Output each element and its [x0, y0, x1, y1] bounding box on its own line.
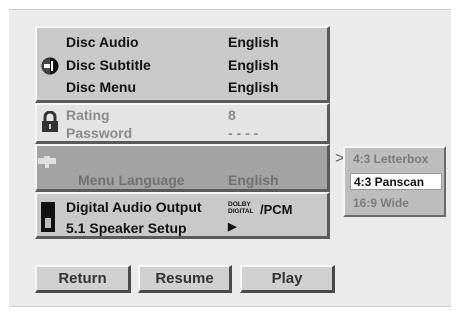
disc-audio-value[interactable]: English [228, 34, 279, 50]
lock-panel: Rating 8 Password - - - - [35, 103, 330, 144]
language-panel: Disc Audio English Disc Subtitle English… [35, 26, 330, 103]
dolby-line-1: DOLBY [228, 201, 251, 208]
tv-display-icon [38, 156, 56, 175]
display-panel: Menu Language English [35, 144, 330, 192]
aspect-ratio-popup: 4:3 Letterbox 4:3 Panscan 16:9 Wide [343, 146, 446, 217]
digital-audio-output-label[interactable]: Digital Audio Output [66, 199, 202, 215]
menu-language-label[interactable]: Menu Language [78, 172, 185, 188]
rating-value[interactable]: 8 [228, 107, 236, 123]
padlock-icon [41, 110, 59, 138]
option-wide[interactable]: 16:9 Wide [350, 195, 442, 212]
rating-label[interactable]: Rating [66, 107, 110, 123]
option-panscan[interactable]: 4:3 Panscan [350, 173, 442, 190]
return-button[interactable]: Return [35, 265, 131, 293]
disc-menu-value[interactable]: English [228, 79, 279, 95]
pcm-label[interactable]: /PCM [260, 202, 293, 217]
dolby-digital-logo: DOLBY DIGITAL [228, 201, 254, 215]
option-letterbox[interactable]: 4:3 Letterbox [350, 151, 442, 168]
subtitle-face-icon [41, 57, 59, 80]
disc-subtitle-label[interactable]: Disc Subtitle [66, 57, 151, 73]
speaker-setup-arrow-icon[interactable]: ▶ [228, 220, 236, 233]
play-button[interactable]: Play [240, 265, 335, 293]
password-value[interactable]: - - - - [228, 125, 258, 141]
audio-panel: Digital Audio Output DOLBY DIGITAL /PCM … [35, 192, 330, 239]
resume-button[interactable]: Resume [138, 265, 232, 293]
disc-menu-label[interactable]: Disc Menu [66, 79, 136, 95]
disc-audio-label[interactable]: Disc Audio [66, 34, 139, 50]
speaker-setup-label[interactable]: 5.1 Speaker Setup [66, 220, 187, 236]
password-label[interactable]: Password [66, 125, 132, 141]
speaker-icon [41, 202, 55, 237]
disc-subtitle-value[interactable]: English [228, 57, 279, 73]
dolby-line-2: DIGITAL [228, 208, 254, 215]
menu-language-value[interactable]: English [228, 172, 279, 188]
